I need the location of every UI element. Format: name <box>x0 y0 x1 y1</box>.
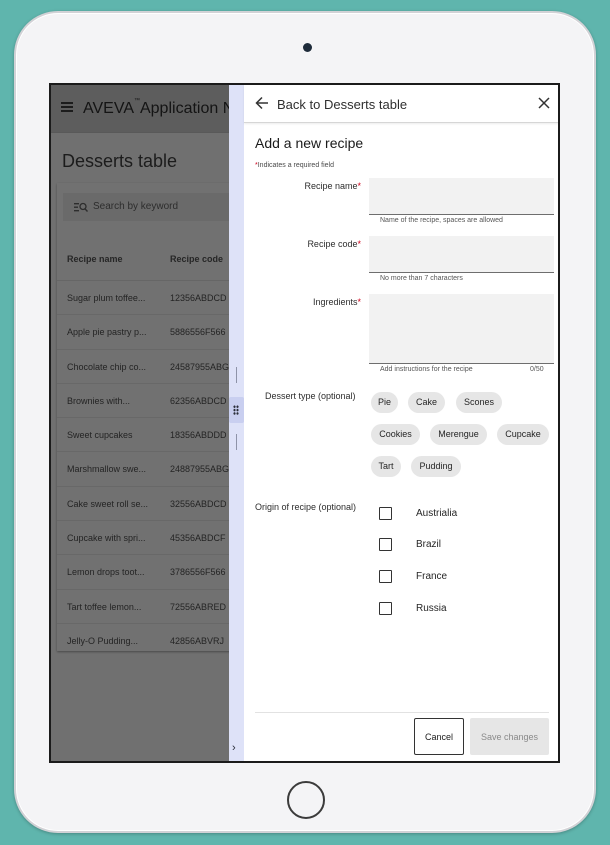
cell-recipe-name: Apple pie pastry p... <box>67 327 147 338</box>
cell-recipe-name: Sugar plum toffee... <box>67 293 146 303</box>
cell-recipe-name: Sweet cupcakes <box>67 430 133 441</box>
table-row[interactable]: Tart toffee lemon... 72556ABRED <box>57 590 231 624</box>
ingredients-textarea[interactable] <box>369 294 554 364</box>
rail-divider <box>236 434 237 450</box>
column-header-recipe-name[interactable]: Recipe name <box>67 254 123 264</box>
ingredients-char-counter: 0/50 <box>530 366 544 373</box>
checkbox-label: Brazil <box>416 539 442 550</box>
table-row[interactable]: Brownies with... 62356ABDCD <box>57 384 231 419</box>
ingredients-help: Add instructions for the recipe <box>380 366 473 373</box>
required-note: *Indicates a required field <box>255 162 335 169</box>
cell-recipe-code: 5886556F566 <box>170 327 226 338</box>
cell-recipe-code: 24887955ABG <box>170 464 230 475</box>
cell-recipe-name: Brownies with... <box>67 395 131 406</box>
cancel-button[interactable]: Cancel <box>414 718 464 755</box>
table-row[interactable]: Sweet cupcakes 18356ABDDD <box>57 418 231 453</box>
chip-merengue[interactable]: Merengue <box>430 424 487 445</box>
recipe-name-help: Name of the recipe, spaces are allowed <box>380 217 503 224</box>
drag-dots-icon <box>233 405 239 415</box>
cell-recipe-code: 32556ABDCD <box>170 498 227 509</box>
chevron-right-icon[interactable]: › <box>232 742 236 754</box>
cell-recipe-name: Tart toffee lemon... <box>67 601 142 612</box>
rail-divider <box>236 367 237 383</box>
table-header: Recipe name Recipe code <box>57 241 231 281</box>
cell-recipe-code: 62356ABDCD <box>170 395 227 406</box>
recipe-code-help: No more than 7 characters <box>380 275 463 282</box>
chip-cookies[interactable]: Cookies <box>371 424 420 445</box>
search-input[interactable]: Search by keyword <box>63 193 231 221</box>
checkbox[interactable] <box>379 570 392 583</box>
table-row[interactable]: Lemon drops toot... 3786556F566 <box>57 555 231 590</box>
checkbox-label: France <box>416 571 448 582</box>
recipe-name-label: Recipe name* <box>304 181 361 191</box>
cell-recipe-code: 3786556F566 <box>170 567 226 578</box>
chip-tart[interactable]: Tart <box>371 456 401 477</box>
cell-recipe-code: 18356ABDDD <box>170 430 227 441</box>
recipe-code-input[interactable] <box>369 236 554 273</box>
cell-recipe-code: 24587955ABG <box>170 361 230 372</box>
cell-recipe-name: Chocolate chip co... <box>67 361 147 372</box>
checkbox[interactable] <box>379 507 392 520</box>
checkbox-label: Russia <box>416 603 447 614</box>
panel-resize-rail: › <box>229 85 244 761</box>
close-icon[interactable] <box>538 97 550 109</box>
table-row[interactable]: Jelly-O Pudding... 42856ABVRJ <box>57 624 231 658</box>
table-card: Search by keyword Recipe name Recipe cod… <box>57 183 231 651</box>
cell-recipe-name: Jelly-O Pudding... <box>67 635 139 646</box>
cell-recipe-name: Lemon drops toot... <box>67 567 145 578</box>
table-row[interactable]: Apple pie pastry p... 5886556F566 <box>57 315 231 350</box>
cell-recipe-name: Cake sweet roll se... <box>67 498 149 509</box>
chip-cake[interactable]: Cake <box>408 392 445 413</box>
save-changes-button[interactable]: Save changes <box>470 718 549 755</box>
checkbox-label: Austrialia <box>416 508 458 519</box>
cell-recipe-code: 45356ABDCF <box>170 533 226 544</box>
background-app: AVEVA™Application N Desserts table Searc… <box>51 85 231 761</box>
form-title: Add a new recipe <box>255 135 364 151</box>
panel-header: Back to Desserts table <box>244 85 558 123</box>
table-row[interactable]: Chocolate chip co... 24587955ABG <box>57 350 231 384</box>
footer-divider <box>255 712 549 713</box>
ingredients-label: Ingredients* <box>312 297 361 307</box>
app-header: AVEVA™Application N <box>51 85 231 133</box>
table-row[interactable]: Sugar plum toffee... 12356ABDCD <box>57 281 231 316</box>
recipe-name-input[interactable] <box>369 178 554 215</box>
dessert-type-label: Dessert type (optional) <box>265 391 356 401</box>
page-title: Desserts table <box>62 151 178 171</box>
table-row[interactable]: Marshmallow swe... 24887955ABG <box>57 452 231 487</box>
drag-handle[interactable] <box>229 397 244 423</box>
add-recipe-panel: Back to Desserts table Add a new recipe … <box>244 85 558 761</box>
camera <box>303 43 312 52</box>
recipe-code-label: Recipe code* <box>307 239 361 249</box>
chip-pudding[interactable]: Pudding <box>411 456 461 477</box>
home-button[interactable] <box>287 781 325 819</box>
search-placeholder: Search by keyword <box>93 201 179 212</box>
table-body: Sugar plum toffee... 12356ABDCD Apple pie… <box>57 281 231 658</box>
table-row[interactable]: Cake sweet roll se... 32556ABDCD <box>57 487 231 522</box>
menu-icon[interactable] <box>61 102 73 112</box>
chip-cupcake[interactable]: Cupcake <box>497 424 549 445</box>
cell-recipe-code: 12356ABDCD <box>170 293 227 303</box>
chip-pie[interactable]: Pie <box>371 392 398 413</box>
back-arrow-icon[interactable] <box>255 96 269 110</box>
cell-recipe-name: Cupcake with spri... <box>67 533 146 544</box>
checkbox[interactable] <box>379 538 392 551</box>
table-row[interactable]: Cupcake with spri... 45356ABDCF <box>57 521 231 556</box>
checkbox[interactable] <box>379 602 392 615</box>
app-name: AVEVA™Application N <box>83 98 231 117</box>
chip-scones[interactable]: Scones <box>456 392 502 413</box>
back-to-table-link[interactable]: Back to Desserts table <box>277 97 407 112</box>
screen: AVEVA™Application N Desserts table Searc… <box>49 83 560 763</box>
column-header-recipe-code[interactable]: Recipe code <box>170 254 223 264</box>
cell-recipe-code: 42856ABVRJ <box>170 635 225 646</box>
cell-recipe-name: Marshmallow swe... <box>67 464 147 475</box>
cell-recipe-code: 72556ABRED <box>170 601 227 612</box>
origin-label: Origin of recipe (optional) <box>255 502 357 512</box>
search-icon <box>74 202 88 212</box>
